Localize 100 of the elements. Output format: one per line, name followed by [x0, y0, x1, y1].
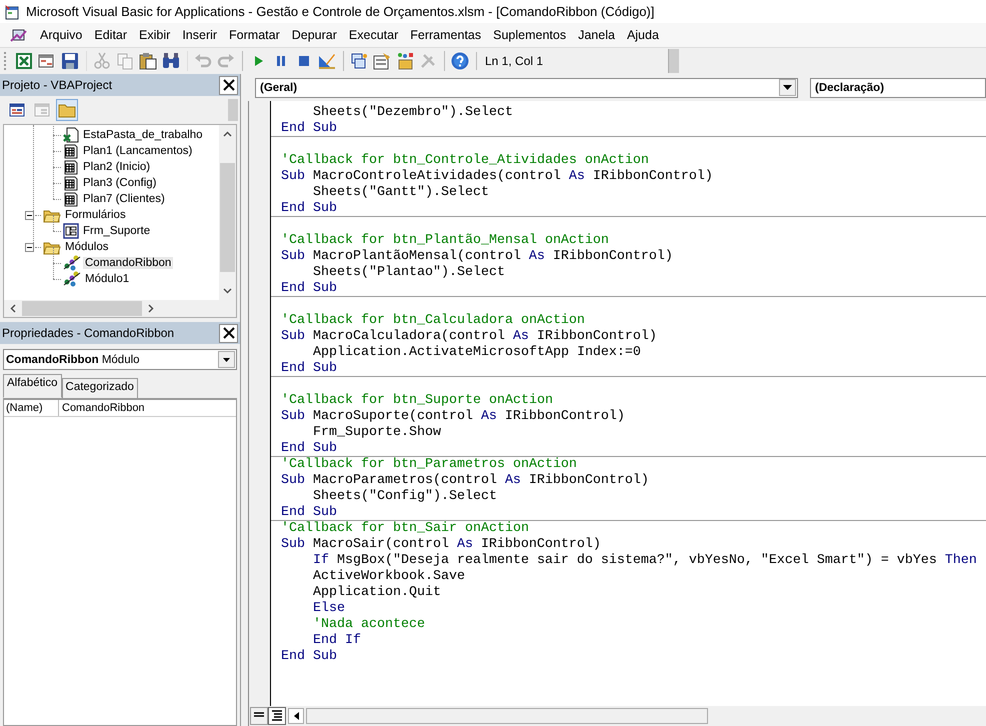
tab[interactable]: Categorizado [62, 378, 138, 398]
collapse-icon[interactable] [25, 210, 34, 220]
code-text: IRibbonControl) [552, 249, 673, 264]
paste-icon[interactable] [138, 51, 158, 71]
pane-title: Propriedades - ComandoRibbon [2, 326, 174, 340]
module-icon [63, 271, 81, 287]
close-icon[interactable] [219, 324, 238, 342]
tree-item[interactable]: EstaPasta_de_trabalho [81, 129, 205, 141]
left-arrow-icon [294, 712, 298, 720]
tree-item[interactable]: ComandoRibbon [83, 257, 174, 269]
horizontal-scrollbar[interactable] [4, 300, 236, 317]
full-module-view-button[interactable] [268, 707, 286, 725]
menu-item[interactable]: Suplementos [487, 28, 572, 42]
menu-item[interactable]: Depurar [286, 28, 343, 42]
property-value[interactable]: ComandoRibbon [59, 402, 145, 414]
sheet-icon [63, 175, 79, 191]
menu-item[interactable]: Janela [572, 28, 621, 42]
properties-icon[interactable] [372, 51, 392, 71]
code-text: Sheets("Dezembro").Select [313, 105, 513, 120]
dropdown-button[interactable] [779, 79, 796, 96]
tree-item[interactable]: Plan3 (Config) [81, 177, 159, 189]
help-icon[interactable] [444, 51, 470, 71]
code-comment: 'Callback for btn_Parametros onAction [281, 457, 577, 472]
code-keyword: Sub [281, 329, 305, 344]
tab[interactable]: Alfabético [3, 374, 62, 398]
code-keyword: As [568, 169, 585, 184]
code-keyword: Sub [281, 473, 305, 488]
code-comment: 'Callback for btn_Plantão_Mensal onAction [281, 233, 609, 248]
pane-title: Projeto - VBAProject [2, 78, 112, 92]
code-text: Sheets("Gantt").Select [313, 185, 489, 200]
sheet-icon [63, 191, 79, 207]
tree-item[interactable]: Plan1 (Lancamentos) [81, 145, 194, 157]
code-keyword: As [512, 329, 529, 344]
tree-folder[interactable]: Módulos [63, 241, 110, 253]
menu-item[interactable]: Ferramentas [404, 28, 488, 42]
code-text: MacroPlantãoMensal(control [312, 249, 521, 264]
caret-icon [783, 85, 792, 90]
code-keyword: End If [313, 633, 361, 648]
form-icon [63, 223, 79, 239]
design-icon[interactable] [317, 51, 337, 71]
objects-icon[interactable] [395, 51, 415, 71]
code-text: MacroSuporte(control [312, 409, 473, 424]
code-text: IRibbonControl) [480, 537, 601, 552]
code-text: MsgBox("Deseja realmente sair do sistema?", vbYesNo, "Excel Smart") = vbYes [336, 553, 937, 568]
tree-item[interactable]: Plan2 (Inicio) [81, 161, 152, 173]
code-keyword: Sub [281, 537, 305, 552]
dropdown-button[interactable] [218, 351, 235, 368]
sheet-icon [63, 159, 79, 175]
tree-folder[interactable]: Formulários [63, 209, 128, 221]
menu-item[interactable]: Executar [342, 28, 404, 42]
excel-icon[interactable] [14, 51, 34, 71]
code-text: Frm_Suporte.Show [313, 425, 441, 440]
code-comment: 'Callback for btn_Calculadora onAction [281, 313, 585, 328]
code-keyword: End Sub [281, 505, 337, 520]
app-icon [4, 4, 20, 20]
collapse-icon[interactable] [25, 242, 34, 252]
tree-item[interactable]: Módulo1 [83, 273, 132, 285]
menu-item[interactable]: Inserir [176, 28, 224, 42]
object-list-dropdown[interactable]: (Geral) [255, 78, 798, 98]
code-keyword: If [313, 553, 329, 568]
module-icon [63, 255, 81, 271]
project-icon[interactable] [343, 51, 369, 71]
folders-button[interactable] [56, 99, 78, 121]
lines-icon [271, 710, 283, 722]
menu-item[interactable]: Formatar [223, 28, 286, 42]
scroll-left-button[interactable] [288, 708, 304, 724]
vertical-scrollbar[interactable] [219, 125, 236, 300]
menu-item[interactable]: Arquivo [34, 28, 88, 42]
property-name: (Name) [4, 400, 59, 416]
code-text: IRibbonControl) [504, 409, 625, 424]
close-icon[interactable] [219, 76, 238, 94]
tree-item[interactable]: Plan7 (Clientes) [81, 193, 167, 205]
code-keyword: End Sub [281, 201, 337, 216]
menu-item[interactable]: Editar [88, 28, 134, 42]
save-icon[interactable] [60, 51, 80, 71]
code-keyword: End Sub [281, 281, 337, 296]
code-keyword: Sub [281, 409, 305, 424]
code-keyword: End Sub [281, 121, 337, 136]
code-text: MacroCalculadora(control [312, 329, 505, 344]
object-dropdown[interactable]: ComandoRibbon Módulo [3, 349, 237, 370]
code-text: MacroSair(control [312, 537, 449, 552]
code-comment: 'Callback for btn_Suporte onAction [281, 393, 553, 408]
procedure-list-dropdown[interactable]: (Declaração) [810, 78, 986, 98]
code-text: MacroParametros(control [312, 473, 497, 488]
code-keyword: Else [313, 601, 345, 616]
menu-item[interactable]: Exibir [133, 28, 176, 42]
caret-icon [223, 358, 230, 362]
code-keyword: Sub [281, 169, 305, 184]
cursor-position: Ln 1, Col 1 [484, 54, 544, 68]
code-keyword: As [504, 473, 521, 488]
code-keyword: As [456, 537, 473, 552]
code-text: MacroControleAtividades(control [312, 169, 561, 184]
menu-item[interactable]: Ajuda [620, 28, 665, 42]
tree-item[interactable]: Frm_Suporte [81, 225, 152, 237]
code-keyword: As [528, 249, 545, 264]
code-keyword: End Sub [281, 361, 337, 376]
find-icon[interactable] [161, 51, 181, 71]
procedure-view-button[interactable] [250, 707, 268, 725]
code-keyword: Then [944, 553, 977, 568]
code-keyword: End Sub [281, 649, 337, 664]
